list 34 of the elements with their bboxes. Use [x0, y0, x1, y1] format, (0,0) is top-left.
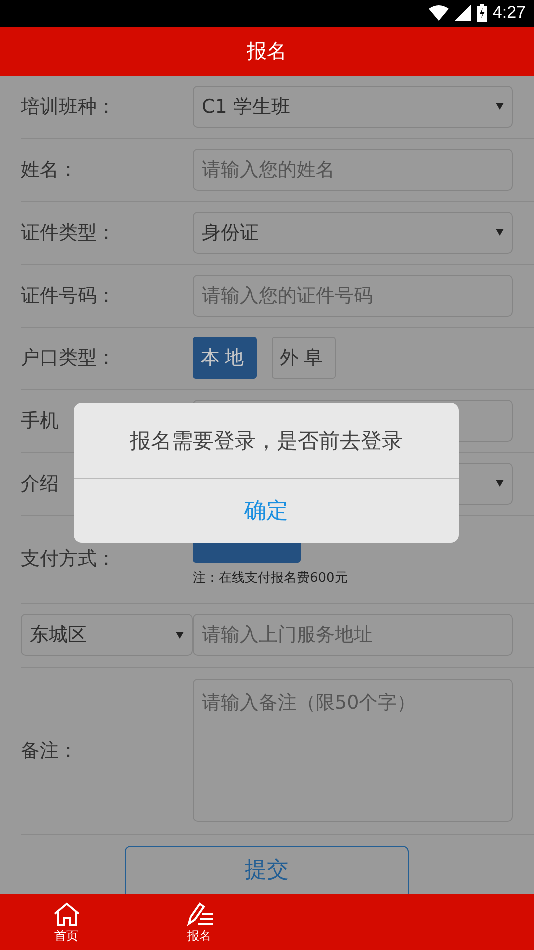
field-label: 证件类型： — [21, 220, 117, 246]
input-field[interactable]: 请输入您的姓名 — [193, 148, 513, 191]
field-label: 备注： — [21, 738, 79, 764]
field-label: 户口类型： — [21, 346, 117, 372]
wifi-icon — [428, 5, 449, 22]
payment-note: 注：在线支付报名费600元 — [193, 570, 348, 588]
page-title: 报名 — [247, 38, 287, 65]
edit-icon — [184, 902, 214, 926]
option-button[interactable]: 本地 — [193, 337, 257, 380]
address-field[interactable]: 请输入上门服务地址 — [193, 614, 513, 656]
dropdown-arrow-icon — [496, 480, 504, 488]
field-label: 培训班种： — [21, 94, 117, 120]
battery-icon — [476, 4, 487, 22]
field-label: 姓名： — [21, 158, 79, 183]
select-field[interactable]: C1 学生班 — [193, 86, 513, 128]
field-label: 介绍 — [21, 472, 60, 497]
option-button[interactable]: 外阜 — [272, 337, 336, 380]
district-select[interactable]: 东城区 — [21, 614, 193, 656]
select-field[interactable]: 身份证 — [193, 212, 513, 254]
remarks-field[interactable]: 请输入备注（限50个字） — [193, 679, 513, 822]
signal-icon — [454, 5, 471, 22]
nav-item[interactable]: 报名 — [133, 894, 266, 950]
confirm-button[interactable]: 确定 — [74, 479, 459, 543]
dropdown-arrow-icon — [496, 229, 504, 236]
dialog-message: 报名需要登录，是否前去登录 — [74, 403, 459, 479]
input-field[interactable]: 请输入您的证件号码 — [193, 274, 513, 317]
field-label: 支付方式： — [21, 547, 117, 572]
home-icon — [52, 902, 80, 926]
dropdown-arrow-icon — [496, 103, 504, 110]
nav-item[interactable]: 首页 — [0, 894, 133, 950]
field-label: 证件号码： — [21, 284, 117, 309]
dropdown-arrow-icon — [176, 632, 184, 639]
status-time: 4:27 — [492, 3, 526, 24]
field-label: 手机 — [21, 408, 60, 434]
